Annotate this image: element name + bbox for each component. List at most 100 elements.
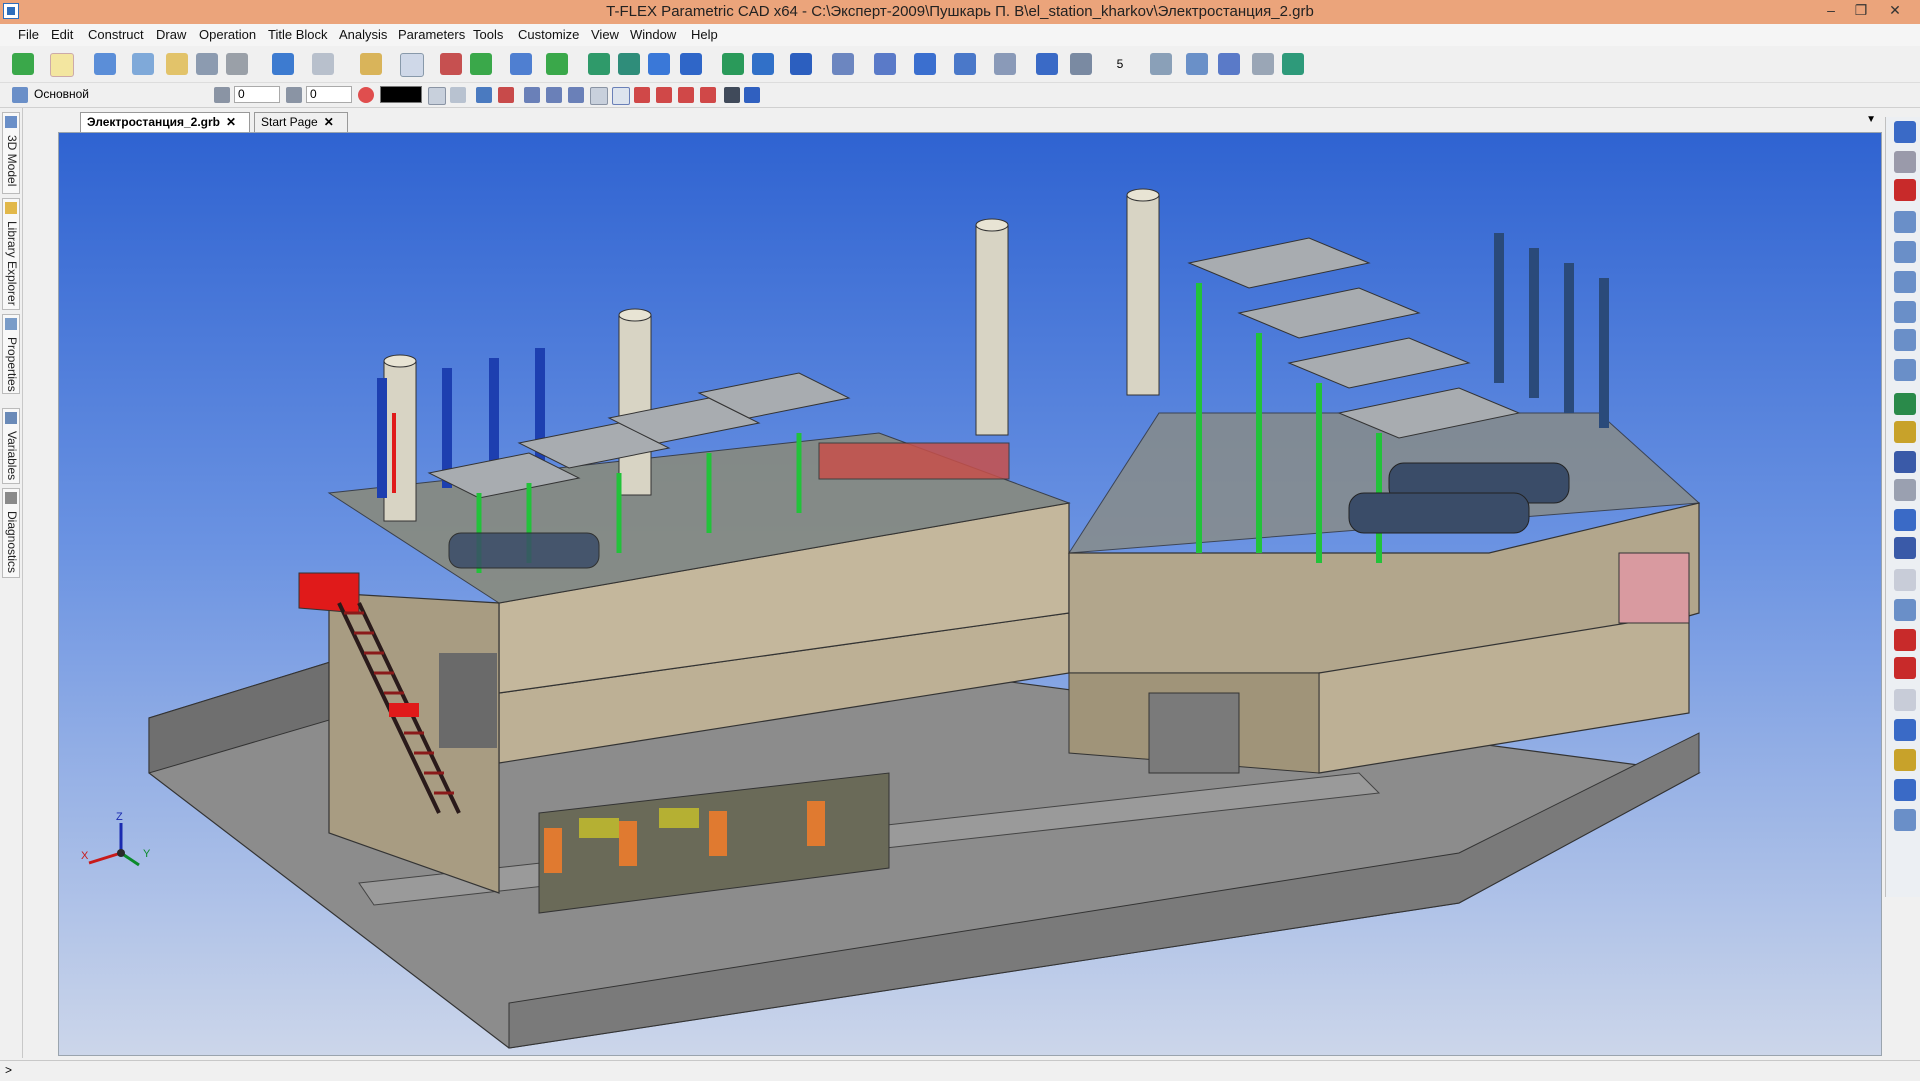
magnet-icon[interactable]	[1894, 121, 1916, 143]
menu-parameters[interactable]: Parameters	[398, 27, 465, 42]
new-3d-icon[interactable]	[94, 53, 116, 75]
walk-icon[interactable]	[1894, 451, 1916, 473]
rotate-icon[interactable]	[1894, 393, 1916, 415]
box-view-icon[interactable]	[1894, 719, 1916, 741]
extrusion-icon[interactable]	[588, 53, 610, 75]
mate-icon[interactable]	[1036, 53, 1058, 75]
close-button[interactable]: ✕	[1878, 0, 1912, 20]
select-box-icon[interactable]	[612, 87, 630, 105]
check-view-icon[interactable]	[1894, 629, 1916, 651]
path-icon[interactable]	[546, 53, 568, 75]
axis-icon[interactable]	[510, 53, 532, 75]
lcs-icon[interactable]	[440, 53, 462, 75]
measure-icon[interactable]	[360, 53, 382, 75]
command-prompt[interactable]: >	[5, 1063, 12, 1077]
material-icon[interactable]	[1894, 749, 1916, 771]
layer-select[interactable]: Основной	[34, 87, 89, 101]
close-icon[interactable]: ✕	[324, 115, 334, 129]
zoom-window-icon[interactable]	[1894, 211, 1916, 233]
zoom-in-icon[interactable]	[1894, 301, 1916, 323]
filter-icon[interactable]	[428, 87, 446, 105]
frame-view-icon[interactable]	[1894, 809, 1916, 831]
sheet-metal-icon[interactable]	[832, 53, 854, 75]
snap-off-icon[interactable]	[498, 87, 514, 103]
new-drawing-icon[interactable]	[132, 53, 154, 75]
menu-construct[interactable]: Construct	[88, 27, 144, 42]
orbit-icon[interactable]	[1894, 509, 1916, 531]
magnet-on-icon[interactable]	[1894, 179, 1916, 201]
validate-icon[interactable]	[1894, 657, 1916, 679]
menu-analysis[interactable]: Analysis	[339, 27, 387, 42]
close-icon[interactable]: ✕	[226, 115, 236, 129]
loft-icon[interactable]	[722, 53, 744, 75]
line-color-swatch[interactable]	[380, 86, 422, 103]
menu-help[interactable]: Help	[691, 27, 718, 42]
report-icon[interactable]	[1150, 53, 1172, 75]
array-icon[interactable]	[790, 53, 812, 75]
zoom-out-icon[interactable]	[1894, 329, 1916, 351]
snap-point-icon[interactable]	[1894, 151, 1916, 173]
surface-icon[interactable]	[994, 53, 1016, 75]
grid-icon[interactable]	[546, 87, 562, 103]
analysis-icon[interactable]	[1070, 53, 1092, 75]
color-palette-icon[interactable]	[358, 87, 374, 103]
dimension-icon[interactable]	[1186, 53, 1208, 75]
steps-value[interactable]: 5	[1104, 53, 1136, 75]
shading-icon[interactable]	[1894, 689, 1916, 711]
properties-icon[interactable]	[450, 87, 466, 103]
filter-solids-icon[interactable]	[724, 87, 740, 103]
side-tab-variables[interactable]: Variables	[2, 408, 20, 484]
zoom-extents-icon[interactable]	[1894, 271, 1916, 293]
menu-customize[interactable]: Customize	[518, 27, 579, 42]
side-tab-library-explorer[interactable]: Library Explorer	[2, 198, 20, 310]
copy-view-icon[interactable]	[1894, 569, 1916, 591]
side-tab-3d-model[interactable]: 3D Model	[2, 112, 20, 194]
menu-file[interactable]: File	[18, 27, 39, 42]
check-icon[interactable]	[12, 53, 34, 75]
filter-faces-icon[interactable]	[634, 87, 650, 103]
slice-icon[interactable]	[1218, 53, 1240, 75]
view-direction-icon[interactable]	[1894, 537, 1916, 559]
print-icon[interactable]	[226, 53, 248, 75]
3d-node-icon[interactable]	[470, 53, 492, 75]
workplane-icon[interactable]	[400, 53, 424, 77]
frame-icon[interactable]	[1282, 53, 1304, 75]
smooth-icon[interactable]	[680, 53, 702, 75]
shell-icon[interactable]	[874, 53, 896, 75]
menu-tools[interactable]: Tools	[473, 27, 503, 42]
boolean-icon[interactable]	[648, 53, 670, 75]
new-file-icon[interactable]	[50, 53, 74, 77]
tab-start-page[interactable]: Start Page ✕	[254, 112, 348, 132]
level-input[interactable]: 0	[234, 86, 280, 103]
menu-operation[interactable]: Operation	[199, 27, 256, 42]
pan-icon[interactable]	[1894, 421, 1916, 443]
filter-vertices-icon[interactable]	[678, 87, 694, 103]
side-tab-diagnostics[interactable]: Diagnostics	[2, 488, 20, 578]
redo-icon[interactable]	[312, 53, 334, 75]
tab-list-chevron-icon[interactable]: ▼	[1866, 114, 1876, 125]
fly-icon[interactable]	[1894, 479, 1916, 501]
undo-icon[interactable]	[272, 53, 294, 75]
priority-input[interactable]: 0	[306, 86, 352, 103]
menu-draw[interactable]: Draw	[156, 27, 186, 42]
open-file-icon[interactable]	[166, 53, 188, 75]
tools-icon[interactable]	[1252, 53, 1274, 75]
align-icon[interactable]	[568, 87, 584, 103]
snap-icon[interactable]	[476, 87, 492, 103]
sweep-icon[interactable]	[752, 53, 774, 75]
restore-button[interactable]: ❐	[1848, 0, 1874, 20]
minimize-button[interactable]: –	[1818, 0, 1844, 20]
3d-viewport[interactable]: Z Y X	[58, 132, 1882, 1056]
zoom-prev-icon[interactable]	[1894, 359, 1916, 381]
select-icon[interactable]	[590, 87, 608, 105]
ortho-icon[interactable]	[524, 87, 540, 103]
tab-document[interactable]: Электростанция_2.grb ✕	[80, 112, 250, 132]
render-icon[interactable]	[1894, 779, 1916, 801]
section-icon[interactable]	[954, 53, 976, 75]
menu-edit[interactable]: Edit	[51, 27, 73, 42]
filter-edges-icon[interactable]	[656, 87, 672, 103]
cut-icon[interactable]	[914, 53, 936, 75]
menu-view[interactable]: View	[591, 27, 619, 42]
save-icon[interactable]	[196, 53, 218, 75]
zoom-all-icon[interactable]	[1894, 241, 1916, 263]
